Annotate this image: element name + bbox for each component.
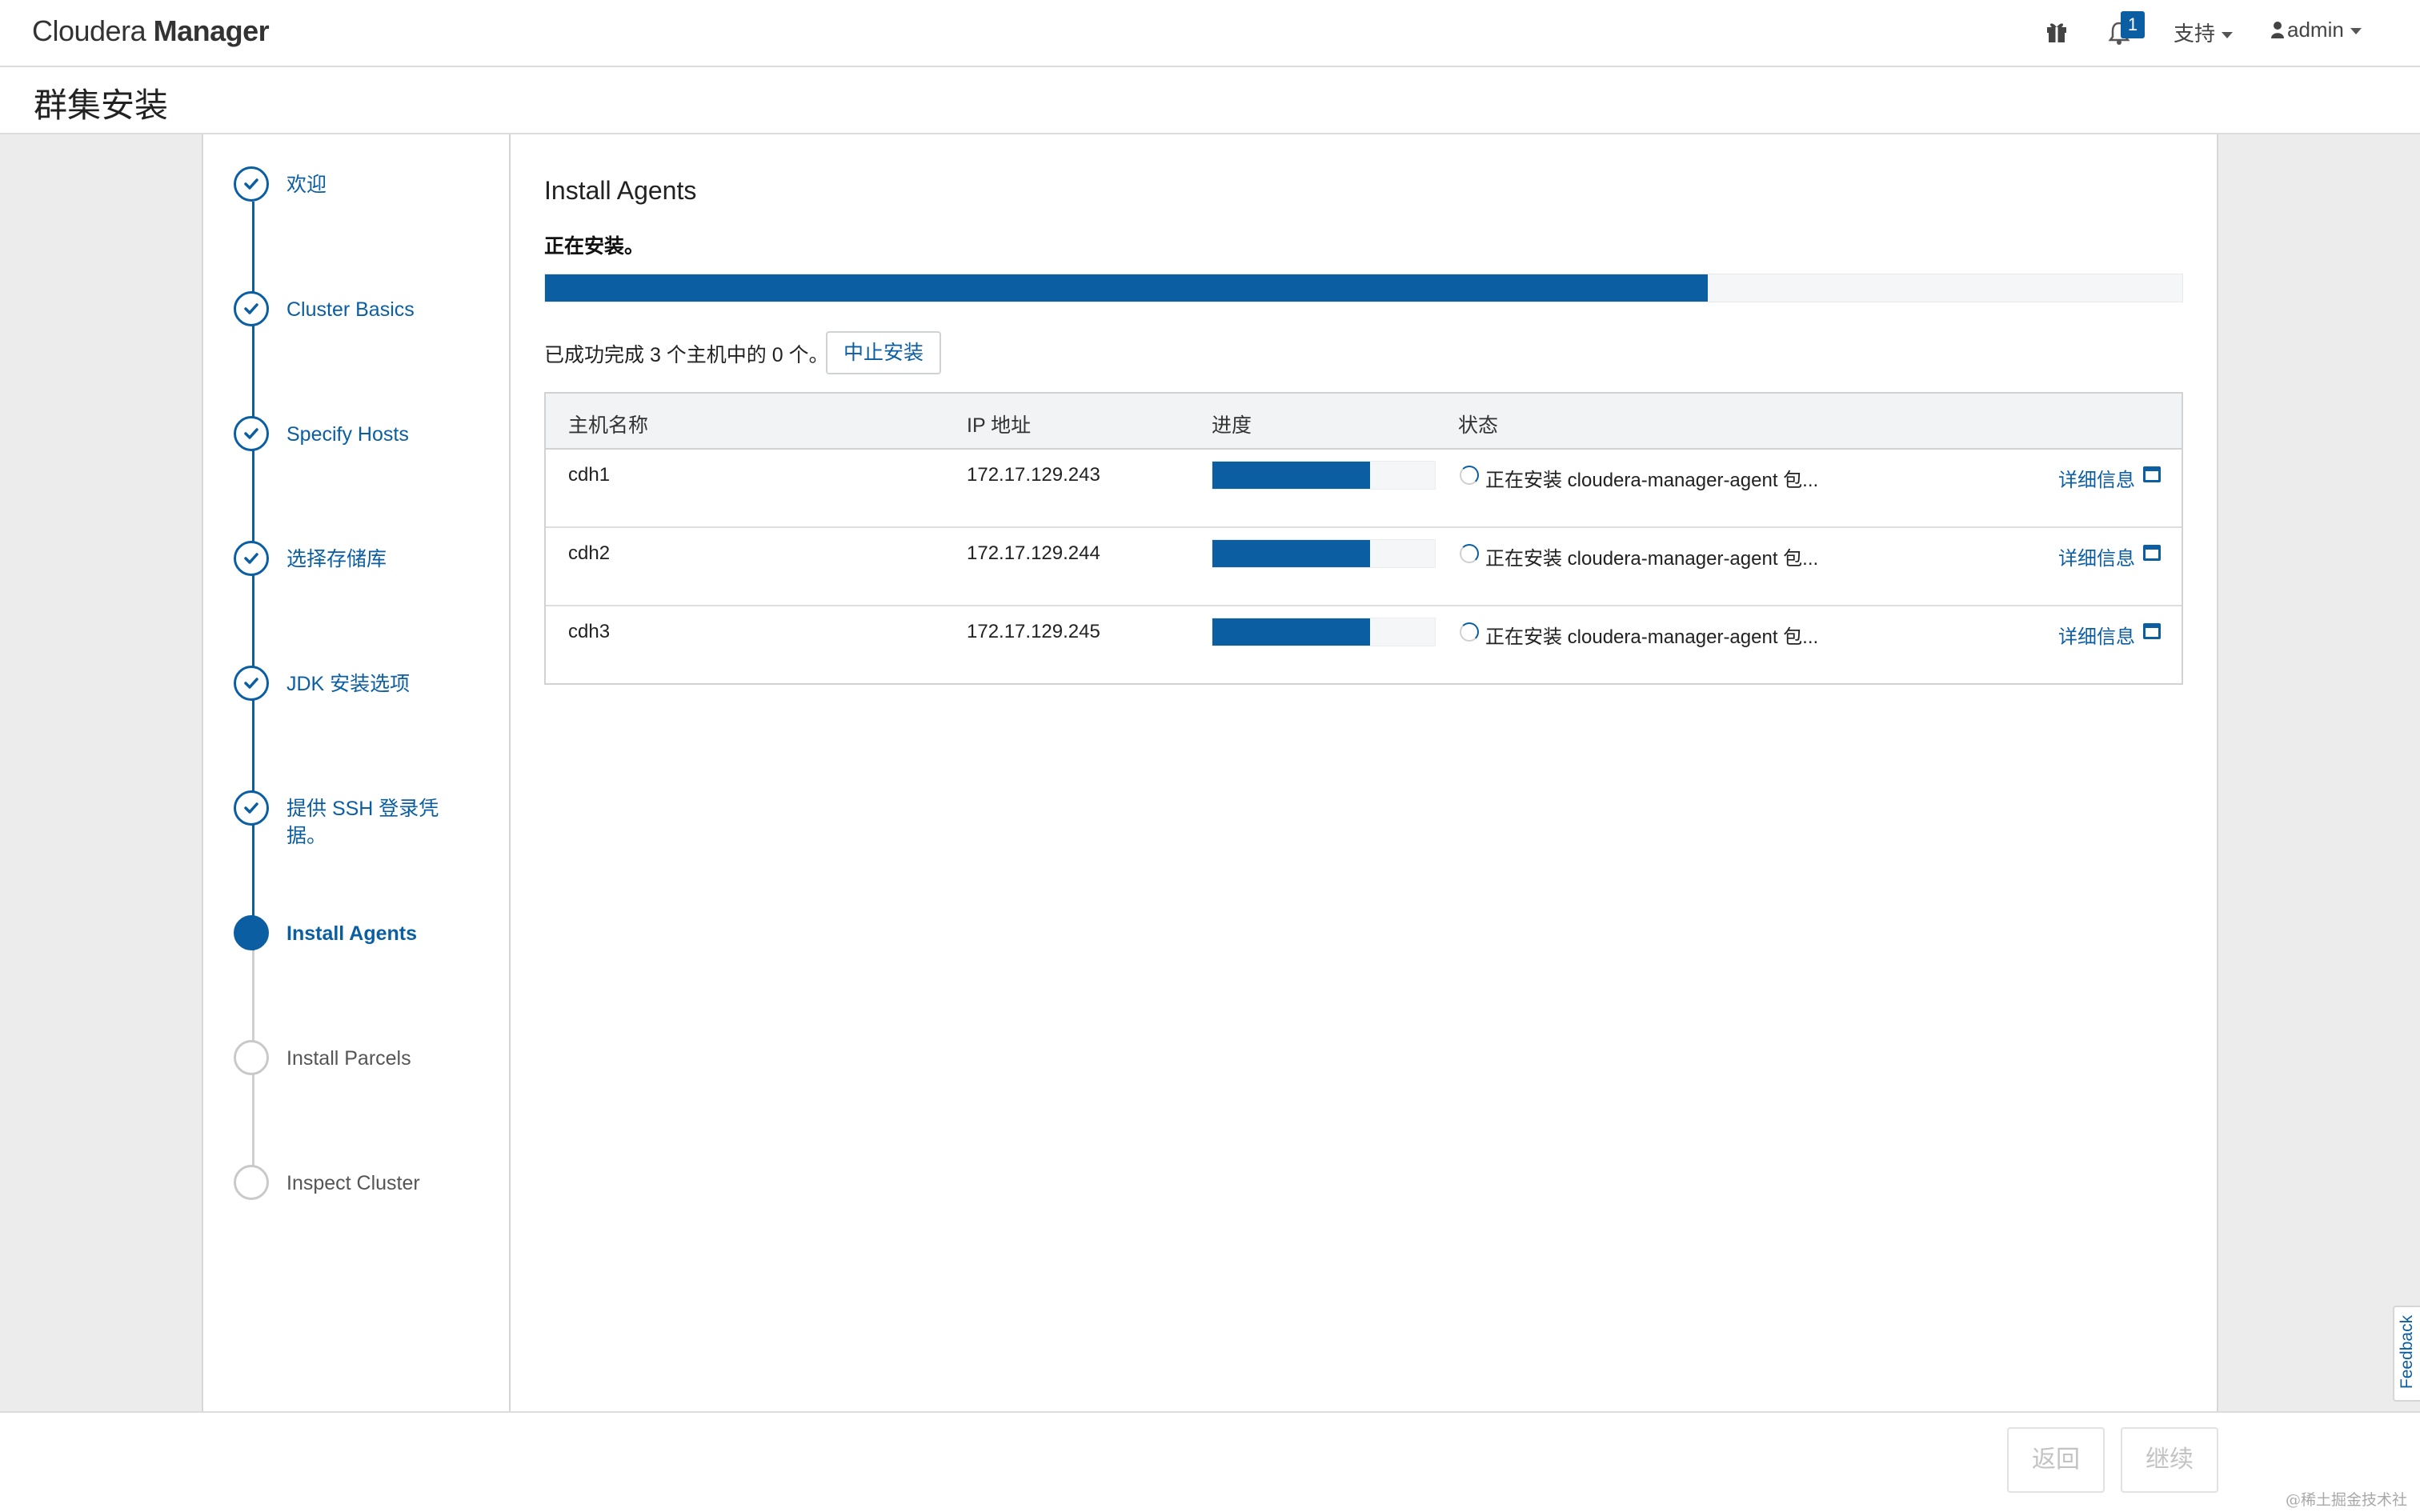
spinner-icon (1460, 544, 1479, 563)
continue-button[interactable]: 继续 (2121, 1427, 2218, 1493)
wizard-step-label: Install Parcels (286, 1047, 411, 1070)
wizard-step-label: 提供 SSH 登录凭据。 (286, 798, 439, 847)
user-menu[interactable]: admin (2271, 18, 2362, 44)
column-header-ip[interactable]: IP 地址 (967, 410, 1031, 438)
details-link[interactable]: 详细信息 (2058, 621, 2135, 649)
brand-light-text: Cloudera (32, 14, 146, 47)
wizard-step-label: 选择存储库 (286, 548, 387, 570)
wizard-step-label: Specify Hosts (286, 423, 409, 446)
overall-progress-bar (544, 274, 2183, 302)
host-name-cell: cdh2 (568, 542, 611, 564)
section-title: Install Agents (544, 176, 697, 205)
install-summary-text: 已成功完成 3 个主机中的 0 个。 (544, 344, 829, 366)
check-icon (234, 666, 269, 701)
host-name-cell: cdh1 (568, 464, 611, 486)
spinner-icon (1460, 622, 1479, 642)
current-step-indicator (234, 915, 269, 950)
details-link[interactable]: 详细信息 (2058, 464, 2135, 492)
host-progress-bar (1212, 461, 1436, 490)
user-menu-label: admin (2287, 18, 2344, 42)
page-title: 群集安装 (34, 86, 169, 124)
host-progress-fill (1212, 540, 1371, 567)
host-progress-bar (1212, 539, 1436, 568)
wizard-step-label: JDK 安装选项 (286, 673, 411, 695)
table-header: 主机名称 IP 地址 进度 状态 (546, 394, 2182, 450)
wizard-step-label: Cluster Basics (286, 298, 415, 321)
wizard-step-label: Inspect Cluster (286, 1172, 420, 1194)
window-icon[interactable] (2143, 623, 2161, 639)
column-header-status[interactable]: 状态 (1458, 410, 1498, 438)
table-row: cdh3 172.17.129.245 正在安装 cloudera-manage… (546, 606, 2182, 685)
support-menu[interactable]: 支持 (2174, 18, 2234, 47)
watermark-text: @稀土掘金技术社区 (2286, 1491, 2408, 1509)
hosts-table: 主机名称 IP 地址 进度 状态 cdh1 172.17.129.243 正在安… (544, 392, 2183, 685)
host-progress-fill (1212, 462, 1371, 489)
wizard-step-label: Install Agents (286, 922, 417, 945)
check-icon (234, 541, 269, 576)
column-header-host[interactable]: 主机名称 (568, 410, 648, 438)
table-row: cdh2 172.17.129.244 正在安装 cloudera-manage… (546, 528, 2182, 606)
column-header-progress[interactable]: 进度 (1212, 410, 1252, 438)
back-button[interactable]: 返回 (2007, 1427, 2105, 1493)
ip-address-cell: 172.17.129.244 (967, 542, 1100, 564)
notification-count-badge: 1 (2121, 11, 2145, 38)
host-progress-fill (1212, 618, 1371, 646)
brand-bold-text: Manager (153, 14, 270, 47)
check-icon (234, 790, 269, 826)
wizard-step-label: 欢迎 (286, 174, 327, 196)
window-icon[interactable] (2143, 466, 2161, 482)
host-status-cell: 正在安装 cloudera-manager-agent 包... (1485, 626, 1819, 648)
ip-address-cell: 172.17.129.243 (967, 464, 1100, 486)
chevron-down-icon (2350, 28, 2362, 35)
host-name-cell: cdh3 (568, 621, 611, 642)
support-menu-label: 支持 (2174, 22, 2216, 46)
feedback-tab[interactable]: Feedback (2393, 1306, 2420, 1402)
app-logo[interactable]: Cloudera Manager (32, 14, 270, 48)
check-icon (234, 166, 269, 202)
ip-address-cell: 172.17.129.245 (967, 621, 1100, 642)
install-status-text: 正在安装。 (544, 235, 645, 258)
check-icon (234, 416, 269, 451)
overall-progress-fill (545, 274, 1708, 302)
abort-install-button[interactable]: 中止安装 (826, 331, 941, 374)
page-header: 群集安装 (0, 67, 2420, 134)
gift-icon[interactable] (2045, 19, 2068, 49)
window-icon[interactable] (2143, 545, 2161, 561)
main-panel (511, 134, 2218, 1411)
host-progress-bar (1212, 618, 1436, 646)
user-icon (2271, 19, 2284, 44)
host-status-cell: 正在安装 cloudera-manager-agent 包... (1485, 548, 1819, 570)
pending-step-indicator (234, 1165, 269, 1200)
table-row: cdh1 172.17.129.243 正在安装 cloudera-manage… (546, 450, 2182, 528)
check-icon (234, 291, 269, 326)
host-status-cell: 正在安装 cloudera-manager-agent 包... (1485, 470, 1819, 491)
spinner-icon (1460, 466, 1479, 485)
pending-step-indicator (234, 1040, 269, 1075)
chevron-down-icon (2222, 32, 2234, 39)
details-link[interactable]: 详细信息 (2058, 542, 2135, 570)
feedback-label: Feedback (2398, 1314, 2416, 1390)
top-navbar: Cloudera Manager 1 支持 admin (0, 0, 2420, 67)
